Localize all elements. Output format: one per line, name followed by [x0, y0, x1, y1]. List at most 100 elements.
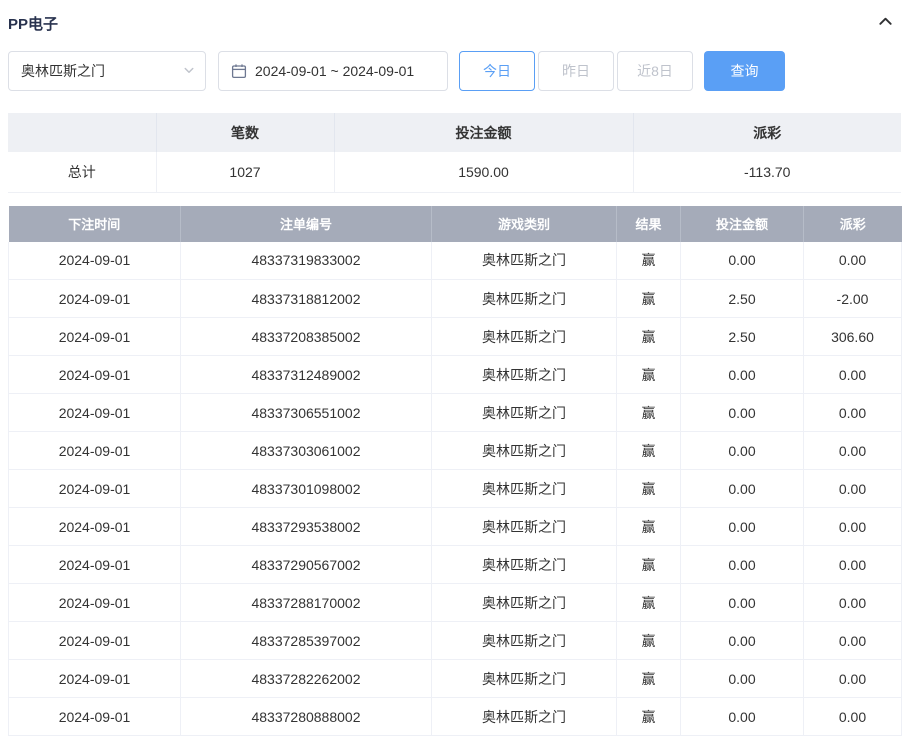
- summary-total-row: 总计 1027 1590.00 -113.70: [8, 152, 901, 193]
- table-cell-result: 赢: [616, 431, 681, 470]
- table-cell-date: 2024-09-01: [8, 431, 181, 470]
- table-cell-game-type: 奥林匹斯之门: [431, 469, 617, 508]
- table-cell-payout: -2.00: [803, 279, 902, 318]
- report-header-order-id: 注单编号: [180, 205, 432, 242]
- panel-header: PP电子: [8, 6, 901, 36]
- table-cell-result: 赢: [616, 317, 681, 356]
- table-cell-bet-amount: 0.00: [680, 659, 804, 698]
- table-cell-order-id: 48337282262002: [180, 659, 432, 698]
- table-cell-order-id: 48337288170002: [180, 583, 432, 622]
- table-cell-game-type: 奥林匹斯之门: [431, 507, 617, 546]
- summary-table: 笔数 投注金额 派彩 总计 1027 1590.00 -113.70: [8, 113, 901, 193]
- table-row: 2024-09-01 48337301098002 奥林匹斯之门赢 0.00 0.00: [8, 469, 902, 508]
- summary-total-payout: -113.70: [633, 152, 901, 193]
- table-cell-payout: 0.00: [803, 545, 902, 584]
- table-cell-order-id: 48337312489002: [180, 355, 432, 394]
- table-cell-bet-amount: 0.00: [680, 241, 804, 280]
- table-row: 2024-09-01 48337318812002 奥林匹斯之门赢 2.50 -2.00: [8, 279, 902, 318]
- table-cell-game-type: 奥林匹斯之门: [431, 241, 617, 280]
- summary-header-blank: [8, 113, 157, 152]
- report-header-row: 下注时间 注单编号 游戏类别 结果 投注金额 派彩: [8, 205, 902, 242]
- table-cell-game-type: 奥林匹斯之门: [431, 545, 617, 584]
- quick-filter-group: 今日 昨日 近8日: [459, 51, 693, 91]
- table-cell-game-type: 奥林匹斯之门: [431, 393, 617, 432]
- table-cell-payout: 0.00: [803, 659, 902, 698]
- table-cell-date: 2024-09-01: [8, 393, 181, 432]
- table-row: 2024-09-01 48337282262002 奥林匹斯之门赢 0.00 0.00: [8, 659, 902, 698]
- table-cell-order-id: 48337318812002: [180, 279, 432, 318]
- table-cell-game-type: 奥林匹斯之门: [431, 621, 617, 660]
- report-header-bet-amount: 投注金额: [680, 205, 804, 242]
- summary-header-bet-amount: 投注金额: [334, 113, 634, 152]
- table-cell-date: 2024-09-01: [8, 659, 181, 698]
- report-table-body: 2024-09-01 48337319833002 奥林匹斯之门赢 0.00 0.00 2…: [8, 241, 902, 736]
- table-cell-date: 2024-09-01: [8, 583, 181, 622]
- table-row: 2024-09-01 48337288170002 奥林匹斯之门赢 0.00 0.00: [8, 583, 902, 622]
- table-cell-bet-amount: 0.00: [680, 583, 804, 622]
- table-cell-payout: 0.00: [803, 241, 902, 280]
- table-cell-order-id: 48337303061002: [180, 431, 432, 470]
- summary-header-count: 笔数: [156, 113, 335, 152]
- table-row: 2024-09-01 48337208385002 奥林匹斯之门赢 2.50 306.6…: [8, 317, 902, 356]
- table-cell-result: 赢: [616, 355, 681, 394]
- panel-title: PP电子: [8, 15, 59, 33]
- table-row: 2024-09-01 48337285397002 奥林匹斯之门赢 0.00 0.00: [8, 621, 902, 660]
- bet-report-table: 下注时间 注单编号 游戏类别 结果 投注金额 派彩 2024-09-01 4833…: [8, 205, 902, 736]
- table-cell-result: 赢: [616, 279, 681, 318]
- table-cell-payout: 306.60: [803, 317, 902, 356]
- table-cell-game-type: 奥林匹斯之门: [431, 355, 617, 394]
- search-button[interactable]: 查询: [704, 51, 785, 91]
- table-cell-game-type: 奥林匹斯之门: [431, 659, 617, 698]
- table-cell-bet-amount: 0.00: [680, 393, 804, 432]
- table-cell-bet-amount: 0.00: [680, 469, 804, 508]
- quick-filter-yesterday-button[interactable]: 昨日: [538, 51, 614, 91]
- table-cell-order-id: 48337301098002: [180, 469, 432, 508]
- table-cell-order-id: 48337280888002: [180, 697, 432, 736]
- table-row: 2024-09-01 48337306551002 奥林匹斯之门赢 0.00 0.00: [8, 393, 902, 432]
- summary-total-count: 1027: [156, 152, 335, 193]
- table-cell-date: 2024-09-01: [8, 545, 181, 584]
- summary-header-row: 笔数 投注金额 派彩: [8, 113, 901, 152]
- report-header-date: 下注时间: [8, 205, 181, 242]
- table-cell-date: 2024-09-01: [8, 355, 181, 394]
- game-select[interactable]: 奥林匹斯之门: [8, 51, 206, 91]
- summary-total-bet-amount: 1590.00: [334, 152, 634, 193]
- table-cell-bet-amount: 0.00: [680, 355, 804, 394]
- table-cell-game-type: 奥林匹斯之门: [431, 317, 617, 356]
- table-cell-date: 2024-09-01: [8, 507, 181, 546]
- pp-games-panel: PP电子 奥林匹斯之门 2024-09-01 ~ 2024-09-01 今日 昨…: [0, 0, 909, 736]
- quick-filter-today-button[interactable]: 今日: [459, 51, 535, 91]
- table-cell-game-type: 奥林匹斯之门: [431, 697, 617, 736]
- date-range-picker[interactable]: 2024-09-01 ~ 2024-09-01: [218, 51, 448, 91]
- report-header-payout: 派彩: [803, 205, 902, 242]
- table-cell-bet-amount: 2.50: [680, 279, 804, 318]
- table-cell-date: 2024-09-01: [8, 621, 181, 660]
- table-cell-date: 2024-09-01: [8, 469, 181, 508]
- table-cell-payout: 0.00: [803, 583, 902, 622]
- table-cell-bet-amount: 0.00: [680, 621, 804, 660]
- table-cell-bet-amount: 0.00: [680, 697, 804, 736]
- table-cell-date: 2024-09-01: [8, 279, 181, 318]
- table-cell-result: 赢: [616, 583, 681, 622]
- table-row: 2024-09-01 48337303061002 奥林匹斯之门赢 0.00 0.00: [8, 431, 902, 470]
- table-row: 2024-09-01 48337280888002 奥林匹斯之门赢 0.00 0.00: [8, 697, 902, 736]
- table-cell-order-id: 48337293538002: [180, 507, 432, 546]
- table-cell-result: 赢: [616, 507, 681, 546]
- summary-header-payout: 派彩: [633, 113, 901, 152]
- table-row: 2024-09-01 48337312489002 奥林匹斯之门赢 0.00 0.00: [8, 355, 902, 394]
- game-select-value: 奥林匹斯之门: [21, 63, 105, 79]
- chevron-up-icon: [878, 14, 893, 32]
- table-cell-result: 赢: [616, 545, 681, 584]
- table-cell-payout: 0.00: [803, 431, 902, 470]
- calendar-icon: [231, 63, 247, 79]
- table-cell-date: 2024-09-01: [8, 241, 181, 280]
- table-cell-game-type: 奥林匹斯之门: [431, 583, 617, 622]
- table-cell-payout: 0.00: [803, 621, 902, 660]
- table-cell-order-id: 48337290567002: [180, 545, 432, 584]
- quick-filter-last8days-button[interactable]: 近8日: [617, 51, 693, 91]
- table-row: 2024-09-01 48337319833002 奥林匹斯之门赢 0.00 0.00: [8, 241, 902, 280]
- table-cell-game-type: 奥林匹斯之门: [431, 279, 617, 318]
- collapse-panel-button[interactable]: [872, 12, 899, 34]
- table-row: 2024-09-01 48337290567002 奥林匹斯之门赢 0.00 0.00: [8, 545, 902, 584]
- table-cell-order-id: 48337208385002: [180, 317, 432, 356]
